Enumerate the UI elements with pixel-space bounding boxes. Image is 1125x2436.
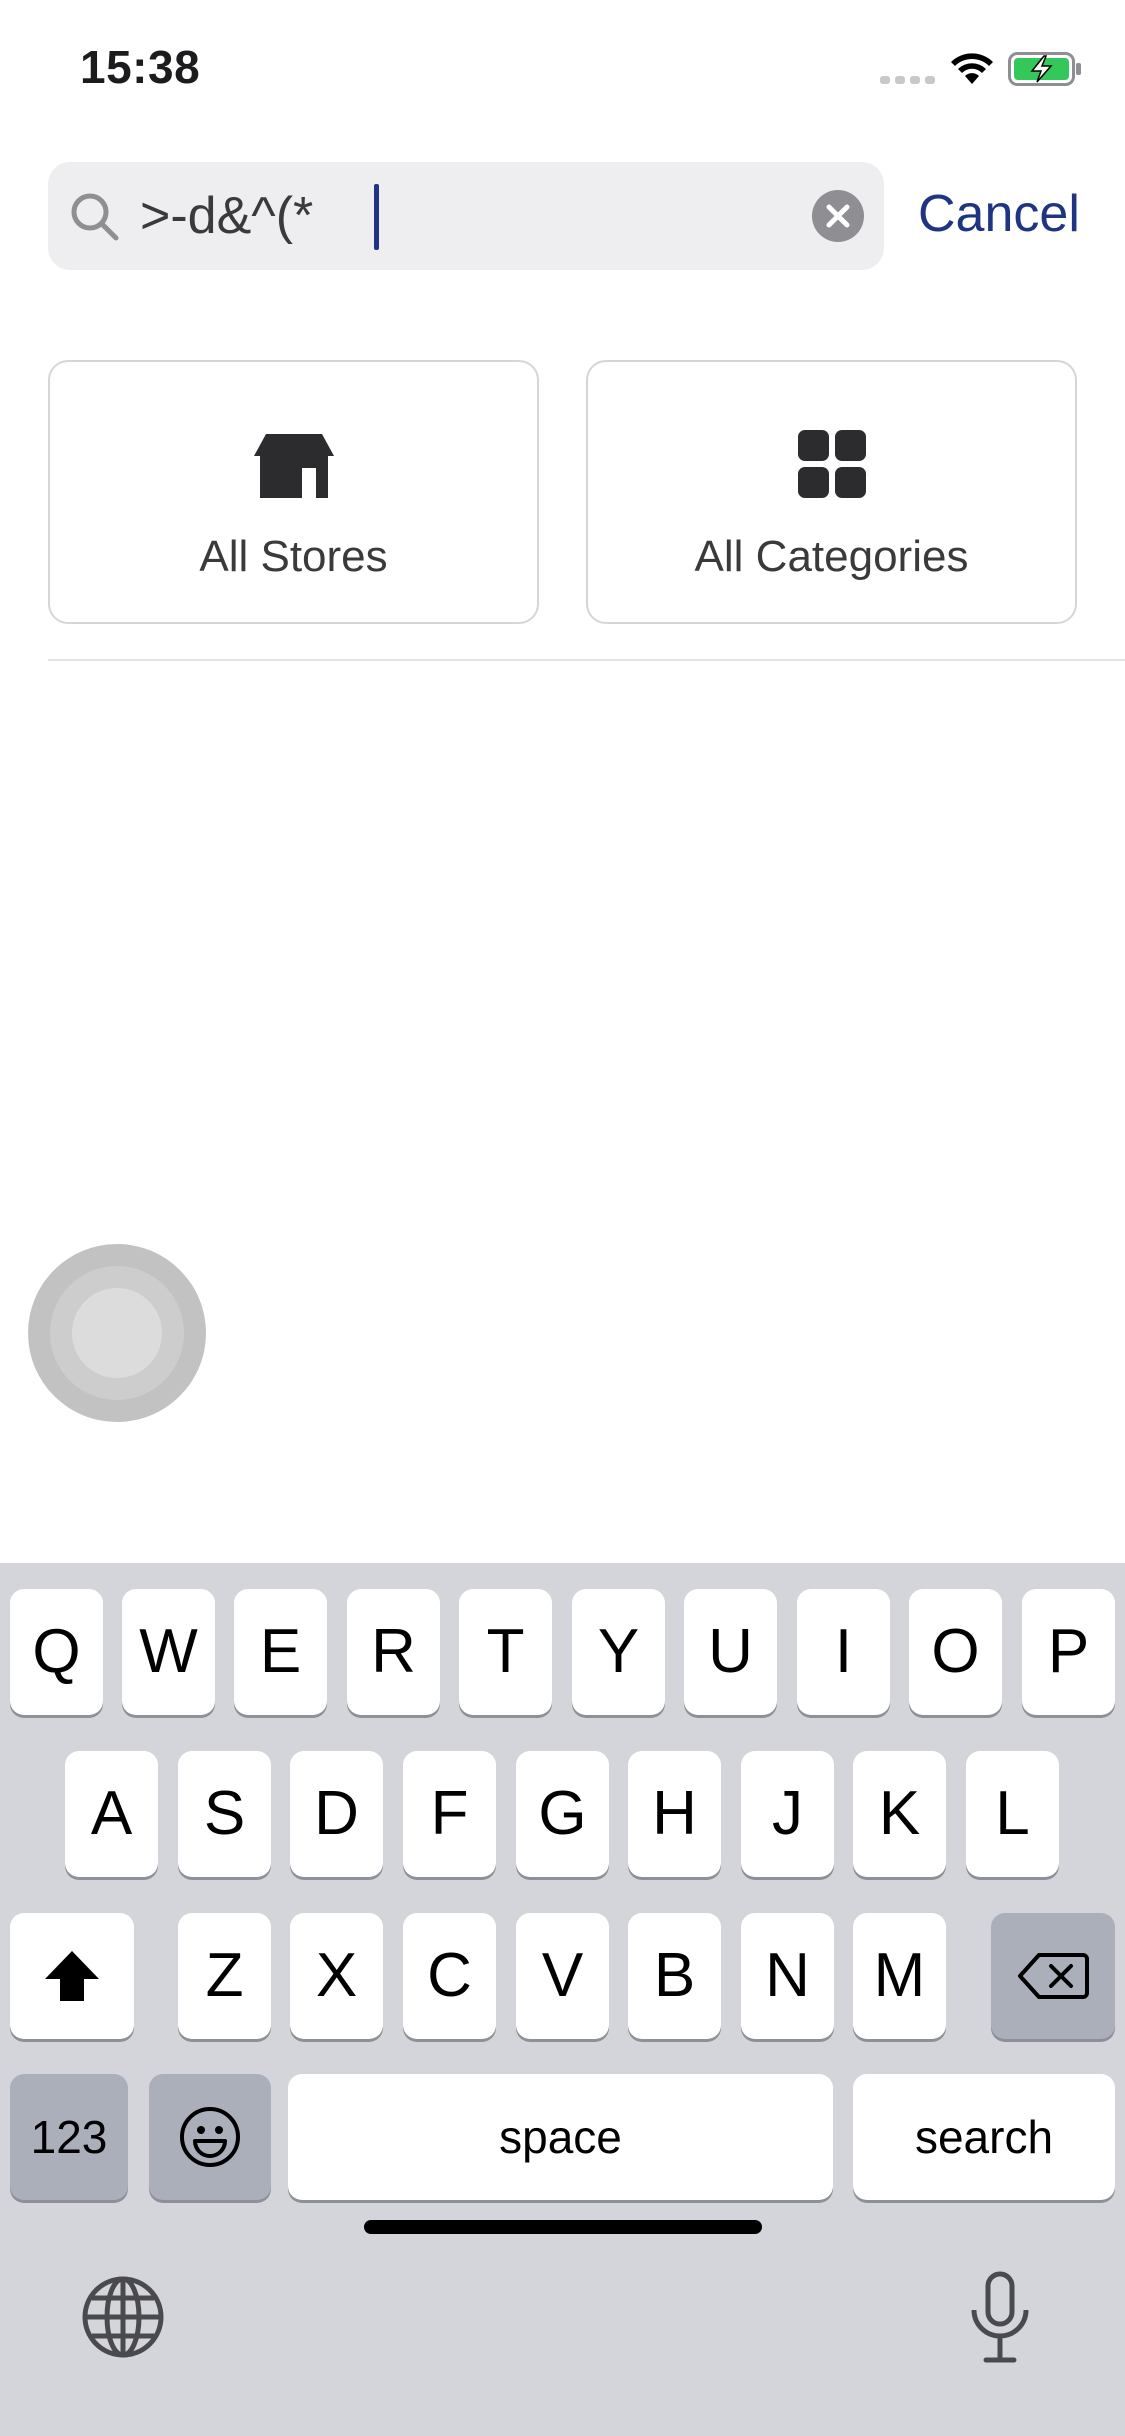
key-x[interactable]: X xyxy=(290,1913,383,2039)
key-r[interactable]: R xyxy=(347,1589,440,1715)
grid-icon xyxy=(797,430,866,498)
key-w[interactable]: W xyxy=(122,1589,215,1715)
all-stores-label: All Stores xyxy=(199,532,388,581)
space-key[interactable]: space xyxy=(288,2074,833,2200)
store-icon xyxy=(253,434,334,498)
search-input[interactable]: >-d&^(* xyxy=(140,182,313,250)
key-z[interactable]: Z xyxy=(178,1913,271,2039)
battery-charging-icon xyxy=(1008,52,1081,86)
all-categories-card[interactable]: All Categories xyxy=(586,360,1077,624)
all-categories-label: All Categories xyxy=(694,532,969,581)
key-o[interactable]: O xyxy=(909,1589,1002,1715)
assistive-touch-button[interactable] xyxy=(28,1244,206,1422)
backspace-key[interactable] xyxy=(991,1913,1115,2039)
key-k[interactable]: K xyxy=(853,1751,946,1877)
key-v[interactable]: V xyxy=(516,1913,609,2039)
search-field[interactable]: >-d&^(* xyxy=(48,162,884,270)
key-m[interactable]: M xyxy=(853,1913,946,2039)
key-g[interactable]: G xyxy=(516,1751,609,1877)
key-f[interactable]: F xyxy=(403,1751,496,1877)
key-j[interactable]: J xyxy=(741,1751,834,1877)
key-l[interactable]: L xyxy=(966,1751,1059,1877)
status-time: 15:38 xyxy=(80,41,201,93)
cellular-signal-icon xyxy=(880,76,935,84)
key-a[interactable]: A xyxy=(65,1751,158,1877)
divider xyxy=(48,659,1125,661)
status-bar: 15:38 xyxy=(0,0,1125,140)
shift-key[interactable] xyxy=(10,1913,134,2039)
clear-icon xyxy=(826,204,850,228)
globe-icon[interactable] xyxy=(80,2274,166,2360)
emoji-icon xyxy=(180,2107,240,2167)
search-icon xyxy=(71,193,119,241)
text-cursor xyxy=(374,184,379,250)
key-u[interactable]: U xyxy=(684,1589,777,1715)
key-h[interactable]: H xyxy=(628,1751,721,1877)
search-key[interactable]: search xyxy=(853,2074,1115,2200)
key-d[interactable]: D xyxy=(290,1751,383,1877)
key-s[interactable]: S xyxy=(178,1751,271,1877)
key-c[interactable]: C xyxy=(403,1913,496,2039)
key-q[interactable]: Q xyxy=(10,1589,103,1715)
all-stores-card[interactable]: All Stores xyxy=(48,360,539,624)
key-n[interactable]: N xyxy=(741,1913,834,2039)
backspace-icon xyxy=(1018,1953,1089,1999)
emoji-key[interactable] xyxy=(149,2074,271,2200)
key-i[interactable]: I xyxy=(797,1589,890,1715)
shift-icon xyxy=(45,1951,99,2001)
key-p[interactable]: P xyxy=(1022,1589,1115,1715)
home-indicator[interactable] xyxy=(364,2220,762,2234)
cancel-button[interactable]: Cancel xyxy=(918,180,1080,248)
microphone-icon[interactable] xyxy=(968,2270,1032,2366)
assistive-touch-dot xyxy=(72,1288,162,1378)
clear-search-button[interactable] xyxy=(812,190,864,242)
key-t[interactable]: T xyxy=(459,1589,552,1715)
numbers-key[interactable]: 123 xyxy=(10,2074,128,2200)
key-y[interactable]: Y xyxy=(572,1589,665,1715)
key-b[interactable]: B xyxy=(628,1913,721,2039)
key-e[interactable]: E xyxy=(234,1589,327,1715)
wifi-icon xyxy=(951,53,993,84)
